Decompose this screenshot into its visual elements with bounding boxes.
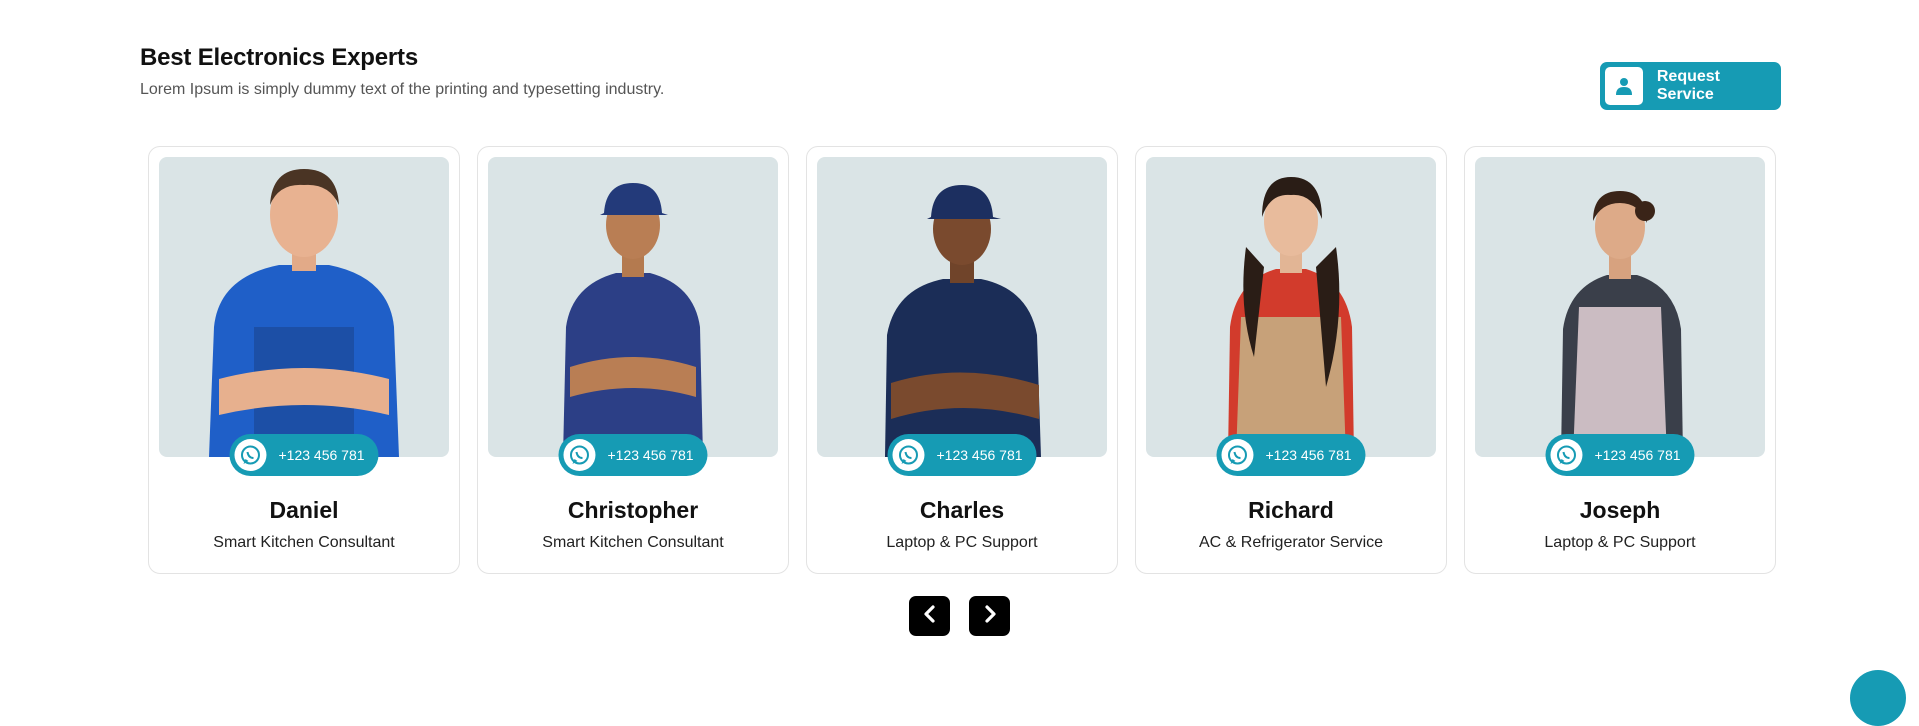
chevron-left-icon [922, 604, 938, 628]
expert-name: Christopher [567, 497, 699, 523]
whatsapp-contact-button[interactable]: +123 456 781 [229, 434, 379, 476]
phone-number: +123 456 781 [936, 447, 1023, 463]
whatsapp-icon [234, 439, 267, 471]
phone-number: +123 456 781 [1594, 447, 1681, 463]
expert-name: Richard [1248, 497, 1334, 523]
expert-role: Smart Kitchen Consultant [542, 534, 724, 551]
expert-role: AC & Refrigerator Service [1198, 534, 1384, 551]
floating-action-button[interactable] [1850, 670, 1906, 726]
expert-photo [817, 157, 1107, 457]
whatsapp-icon [1550, 439, 1583, 471]
whatsapp-icon [1221, 439, 1254, 471]
expert-photo [1475, 157, 1765, 457]
whatsapp-contact-button[interactable]: +123 456 781 [1545, 434, 1695, 476]
whatsapp-icon [892, 439, 925, 471]
request-service-button[interactable]: Request Service [1600, 62, 1781, 110]
whatsapp-contact-button[interactable]: +123 456 781 [1216, 434, 1366, 476]
expert-role: Smart Kitchen Consultant [213, 534, 395, 551]
section-title: Best Electronics Experts [140, 44, 418, 71]
expert-role: Laptop & PC Support [1544, 534, 1696, 551]
expert-photo [488, 157, 778, 457]
phone-number: +123 456 781 [278, 447, 365, 463]
carousel-prev-button[interactable] [909, 596, 950, 636]
whatsapp-contact-button[interactable]: +123 456 781 [558, 434, 708, 476]
user-icon [1605, 67, 1643, 105]
expert-photo [159, 157, 449, 457]
expert-card[interactable]: +123 456 781 Charles Laptop & PC Support [806, 146, 1118, 574]
expert-card[interactable]: +123 456 781 Joseph Laptop & PC Support [1464, 146, 1776, 574]
section-header: Best Electronics Experts Lorem Ipsum is … [140, 44, 664, 99]
expert-name: Daniel [269, 497, 339, 523]
phone-number: +123 456 781 [607, 447, 694, 463]
expert-name: Charles [919, 497, 1005, 523]
expert-photo [1146, 157, 1436, 457]
carousel-next-button[interactable] [969, 596, 1010, 636]
chevron-right-icon [982, 604, 998, 628]
expert-card[interactable]: +123 456 781 Christopher Smart Kitchen C… [477, 146, 789, 574]
expert-name: Joseph [1579, 497, 1661, 523]
whatsapp-icon [563, 439, 596, 471]
phone-number: +123 456 781 [1265, 447, 1352, 463]
whatsapp-contact-button[interactable]: +123 456 781 [887, 434, 1037, 476]
expert-card[interactable]: +123 456 781 Daniel Smart Kitchen Consul… [148, 146, 460, 574]
expert-carousel: +123 456 781 Daniel Smart Kitchen Consul… [148, 146, 1776, 574]
expert-card[interactable]: +123 456 781 Richard AC & Refrigerator S… [1135, 146, 1447, 574]
expert-role: Laptop & PC Support [886, 534, 1038, 551]
section-subtitle: Lorem Ipsum is simply dummy text of the … [140, 81, 665, 98]
request-service-label: Request Service [1656, 68, 1720, 103]
